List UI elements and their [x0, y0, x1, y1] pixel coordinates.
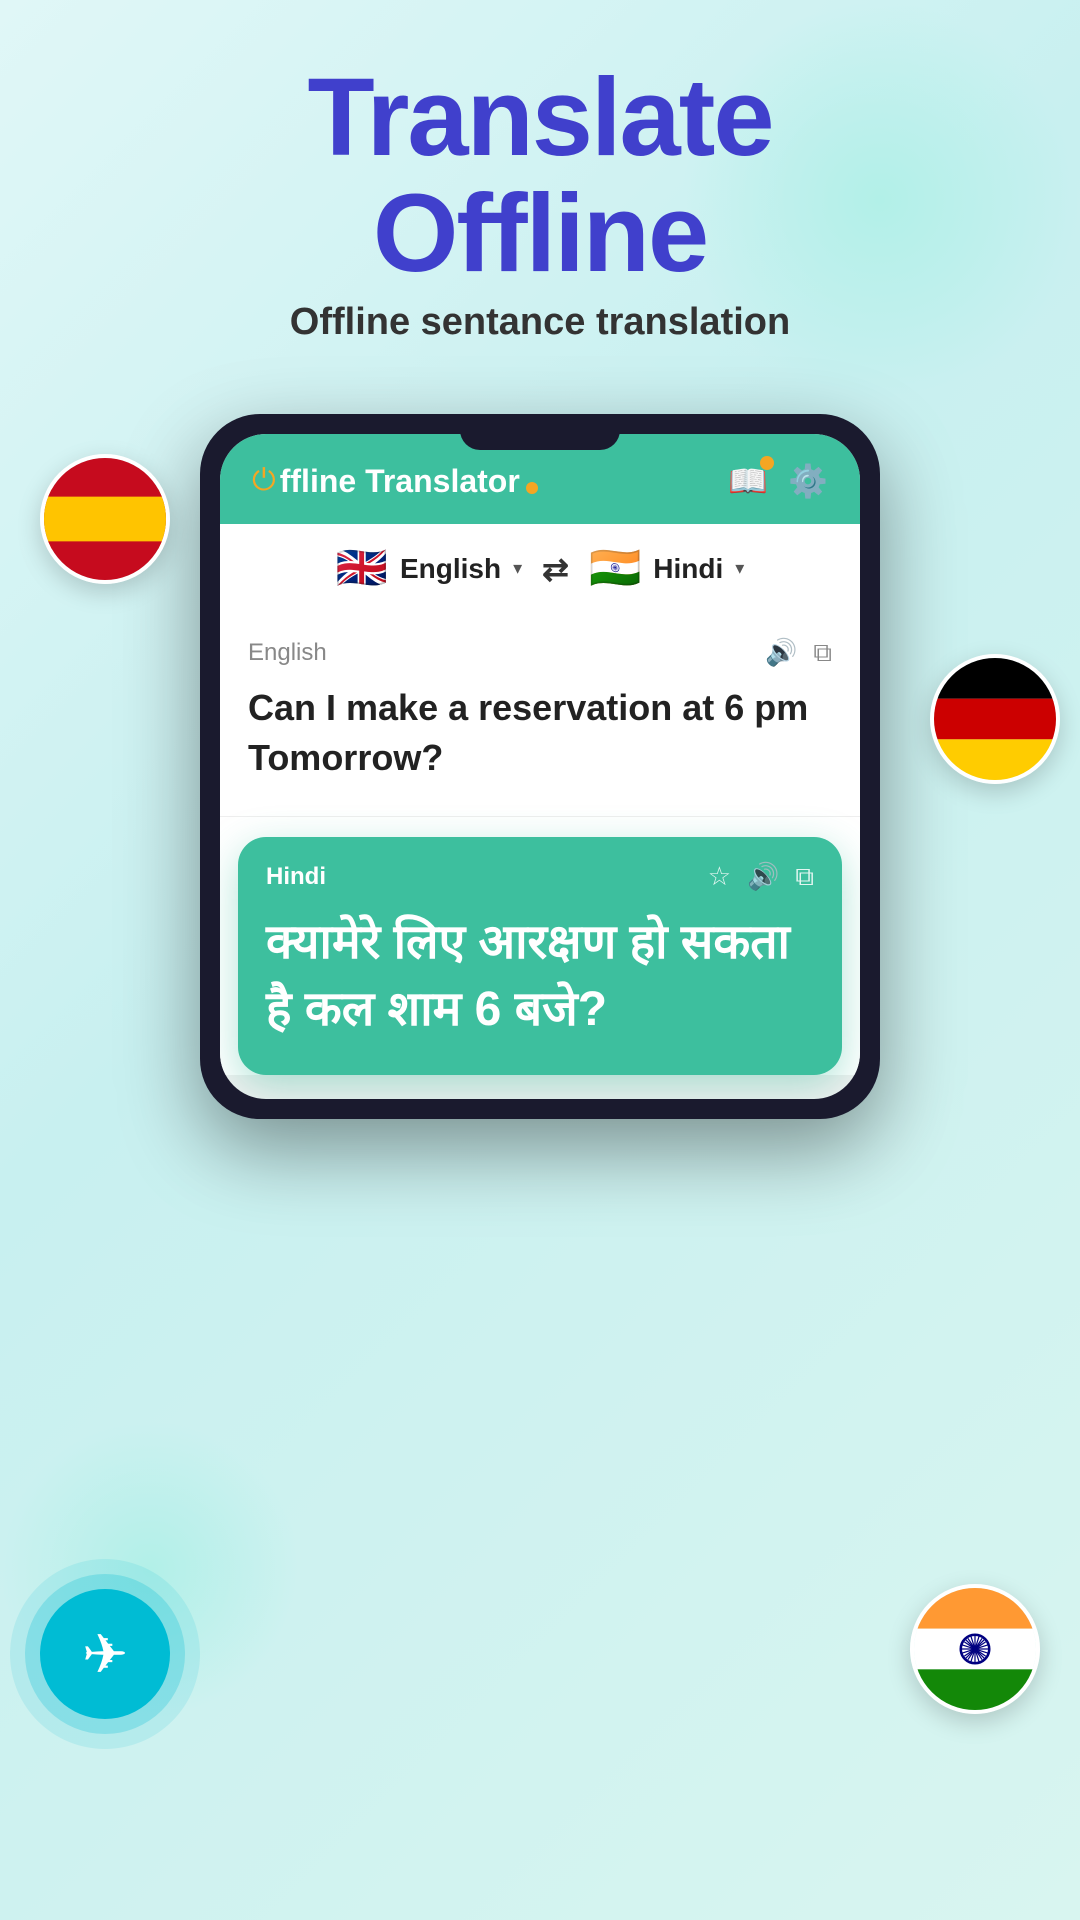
hero-title-line2: Offline	[373, 172, 707, 295]
speaker-icon[interactable]: 🔊	[765, 637, 797, 669]
source-lang-name: English	[400, 553, 501, 585]
logo-text: ffline Translator	[280, 463, 520, 500]
airplane-button[interactable]: ✈	[40, 1589, 170, 1719]
input-label-row: English 🔊 ⧉	[248, 637, 832, 669]
target-language-selector[interactable]: 🇮🇳 Hindi ▾	[589, 544, 744, 593]
hero-subtitle: Offline sentance translation	[0, 301, 1080, 344]
target-lang-name: Hindi	[653, 553, 723, 585]
spain-flag-circle	[40, 454, 170, 584]
language-selector-bar: 🇬🇧 English ▾ ⇄ 🇮🇳 Hindi ▾	[220, 524, 860, 613]
translation-text-content: क्यामेरे लिए आरक्षण हो सकता है कल शाम 6 …	[266, 909, 814, 1043]
india-flag-svg	[914, 1588, 1036, 1710]
source-language-selector[interactable]: 🇬🇧 English ▾	[336, 544, 522, 593]
book-icon[interactable]: 📖	[728, 462, 768, 500]
logo-power-icon: ⏻	[252, 464, 276, 498]
star-icon[interactable]: ☆	[708, 861, 731, 893]
airplane-icon: ✈	[82, 1622, 128, 1686]
source-lang-flag: 🇬🇧	[336, 544, 388, 593]
hero-title: Translate Offline	[0, 60, 1080, 291]
phone-section: ✈ ⏻ ffline Translator 📖 ⚙️	[0, 394, 1080, 1774]
phone-screen: ⏻ ffline Translator 📖 ⚙️ 🇬🇧 English	[220, 434, 860, 1099]
germany-flag-circle	[930, 654, 1060, 784]
english-input-card: English 🔊 ⧉ Can I make a reservation at …	[220, 613, 860, 817]
app-logo: ⏻ ffline Translator	[252, 463, 538, 500]
speaker-icon-translation[interactable]: 🔊	[747, 861, 779, 893]
target-lang-flag: 🇮🇳	[589, 544, 641, 593]
india-flag-circle	[910, 1584, 1040, 1714]
hindi-translation-card: Hindi ☆ 🔊 ⧉ क्यामेरे लिए आरक्षण हो सकता …	[238, 837, 842, 1075]
input-card-icons: 🔊 ⧉	[765, 637, 832, 669]
source-lang-dropdown-icon: ▾	[513, 558, 522, 579]
germany-flag-svg	[934, 658, 1056, 780]
copy-icon-translation[interactable]: ⧉	[795, 861, 814, 893]
phone-notch	[460, 414, 620, 450]
hero-title-line1: Translate	[307, 56, 772, 179]
translation-label-row: Hindi ☆ 🔊 ⧉	[266, 861, 814, 893]
translation-language-label: Hindi	[266, 863, 326, 891]
hero-section: Translate Offline Offline sentance trans…	[0, 0, 1080, 364]
header-icons: 📖 ⚙️	[728, 462, 828, 500]
spain-flag-svg	[44, 458, 166, 580]
logo-dot	[526, 482, 538, 494]
settings-icon[interactable]: ⚙️	[788, 462, 828, 500]
swap-languages-button[interactable]: ⇄	[542, 550, 569, 588]
copy-icon[interactable]: ⧉	[813, 637, 832, 669]
target-lang-dropdown-icon: ▾	[735, 558, 744, 579]
phone-frame: ⏻ ffline Translator 📖 ⚙️ 🇬🇧 English	[200, 414, 880, 1119]
translation-card-icons: ☆ 🔊 ⧉	[708, 861, 814, 893]
input-language-label: English	[248, 639, 327, 667]
input-text-content[interactable]: Can I make a reservation at 6 pm Tomorro…	[248, 683, 832, 784]
notification-badge	[760, 456, 774, 470]
translation-area-bg: Hindi ☆ 🔊 ⧉ क्यामेरे लिए आरक्षण हो सकता …	[220, 817, 860, 1075]
